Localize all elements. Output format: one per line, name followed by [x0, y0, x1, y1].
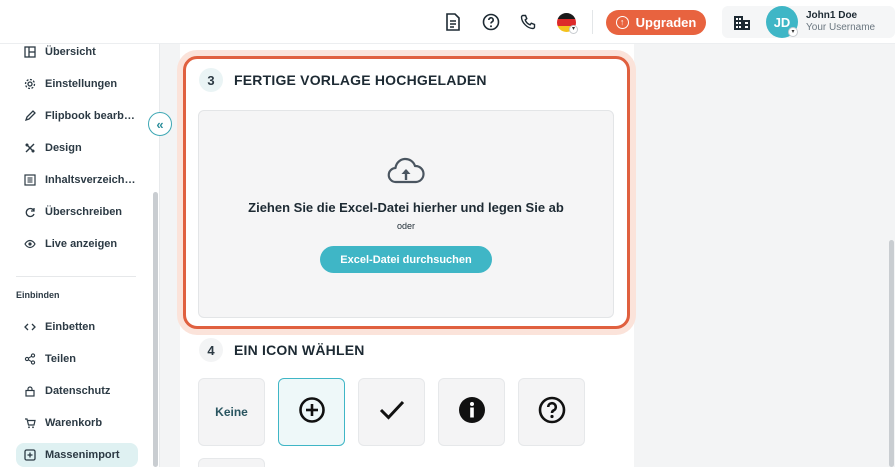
plus-circle-icon — [298, 396, 326, 429]
import-icon — [24, 449, 36, 461]
gear-icon — [24, 78, 36, 90]
sidebar-item-label: Überschreiben — [45, 206, 123, 218]
icon-option-plus[interactable] — [278, 378, 345, 446]
sidebar-item-flipbook[interactable]: Flipbook bearb… — [24, 106, 135, 126]
sidebar-item-label: Flipbook bearb… — [45, 110, 135, 122]
icon-option-question[interactable] — [518, 378, 585, 446]
top-bar: ▾ ↑ Upgraden JD ▾ John1 Doe Your Usernam… — [0, 0, 895, 44]
phone-icon[interactable] — [517, 11, 539, 33]
sidebar-item-warenkorb[interactable]: Warenkorb — [24, 413, 102, 433]
icon-option-info[interactable] — [438, 378, 505, 446]
icon-option-label: Keine — [215, 405, 248, 419]
sidebar-item-design[interactable]: Design — [24, 138, 82, 158]
arrow-up-icon: ↑ — [615, 16, 629, 29]
dropzone-or: oder — [396, 221, 415, 231]
design-tools-icon — [24, 142, 36, 154]
share-icon — [24, 353, 36, 365]
sidebar: Übersicht Einstellungen Flipbook bearb… … — [0, 44, 160, 467]
sidebar-item-inhaltsverzeichnis[interactable]: Inhaltsverzeich… — [24, 170, 135, 190]
page-scrollbar[interactable] — [889, 240, 894, 467]
eye-icon — [24, 238, 36, 250]
sidebar-item-label: Live anzeigen — [45, 238, 118, 250]
icon-option-partial[interactable] — [198, 458, 265, 467]
dropzone-instruction: Ziehen Sie die Excel-Datei hierher und l… — [248, 200, 564, 215]
question-circle-icon — [538, 396, 566, 429]
step-number: 4 — [199, 338, 223, 362]
step-title: EIN ICON WÄHLEN — [234, 342, 365, 358]
checkmark-icon — [378, 399, 406, 426]
cart-icon — [24, 417, 36, 429]
double-chevron-left-icon: « — [156, 116, 164, 132]
sidebar-item-datenschutz[interactable]: Datenschutz — [24, 381, 110, 401]
sidebar-item-label: Warenkorb — [45, 417, 103, 429]
building-icon[interactable] — [733, 13, 751, 31]
sidebar-item-label: Einbetten — [45, 321, 96, 333]
pencil-icon — [24, 110, 36, 122]
sidebar-item-label: Massenimport — [45, 449, 120, 461]
sidebar-item-einstellungen[interactable]: Einstellungen — [24, 74, 117, 94]
sidebar-divider — [16, 276, 136, 277]
collapse-sidebar-button[interactable]: « — [148, 112, 172, 136]
sidebar-item-einbetten[interactable]: Einbetten — [24, 317, 95, 337]
sidebar-item-label: Teilen — [45, 353, 76, 365]
sidebar-item-ueberschreiben[interactable]: Überschreiben — [24, 202, 122, 222]
icon-option-none[interactable]: Keine — [198, 378, 265, 446]
lock-icon — [24, 385, 36, 397]
upgrade-label: Upgraden — [635, 15, 697, 30]
info-icon — [458, 396, 486, 429]
sidebar-item-teilen[interactable]: Teilen — [24, 349, 76, 369]
code-icon — [24, 321, 36, 333]
step-number: 3 — [199, 68, 223, 92]
sidebar-item-uebersicht[interactable]: Übersicht — [24, 42, 96, 62]
sidebar-item-label: Einstellungen — [45, 78, 118, 90]
sidebar-item-label: Design — [45, 142, 82, 154]
user-name: John1 Doe — [806, 10, 858, 21]
sidebar-item-live-anzeigen[interactable]: Live anzeigen — [24, 234, 117, 254]
upgrade-button[interactable]: ↑ Upgraden — [606, 10, 706, 35]
user-subtitle: Your Username — [806, 22, 876, 33]
icon-option-check[interactable] — [358, 378, 425, 446]
layout-icon — [24, 46, 36, 58]
sidebar-item-massenimport[interactable]: Massenimport — [24, 445, 120, 465]
refresh-icon — [24, 206, 36, 218]
step-title: FERTIGE VORLAGE HOCHGELADEN — [234, 72, 487, 88]
sidebar-section-title: Einbinden — [16, 290, 60, 300]
divider — [592, 10, 593, 34]
sidebar-item-label: Übersicht — [45, 46, 96, 58]
document-icon[interactable] — [442, 11, 464, 33]
sidebar-scrollbar[interactable] — [153, 192, 158, 467]
list-icon — [24, 174, 36, 186]
chevron-down-icon: ▾ — [788, 27, 798, 37]
sidebar-item-label: Inhaltsverzeich… — [45, 174, 136, 186]
cloud-upload-icon — [386, 155, 426, 187]
help-icon[interactable] — [480, 11, 502, 33]
chevron-down-icon: ▾ — [569, 25, 578, 34]
sidebar-item-label: Datenschutz — [45, 385, 111, 397]
browse-excel-button[interactable]: Excel-Datei durchsuchen — [320, 246, 492, 273]
